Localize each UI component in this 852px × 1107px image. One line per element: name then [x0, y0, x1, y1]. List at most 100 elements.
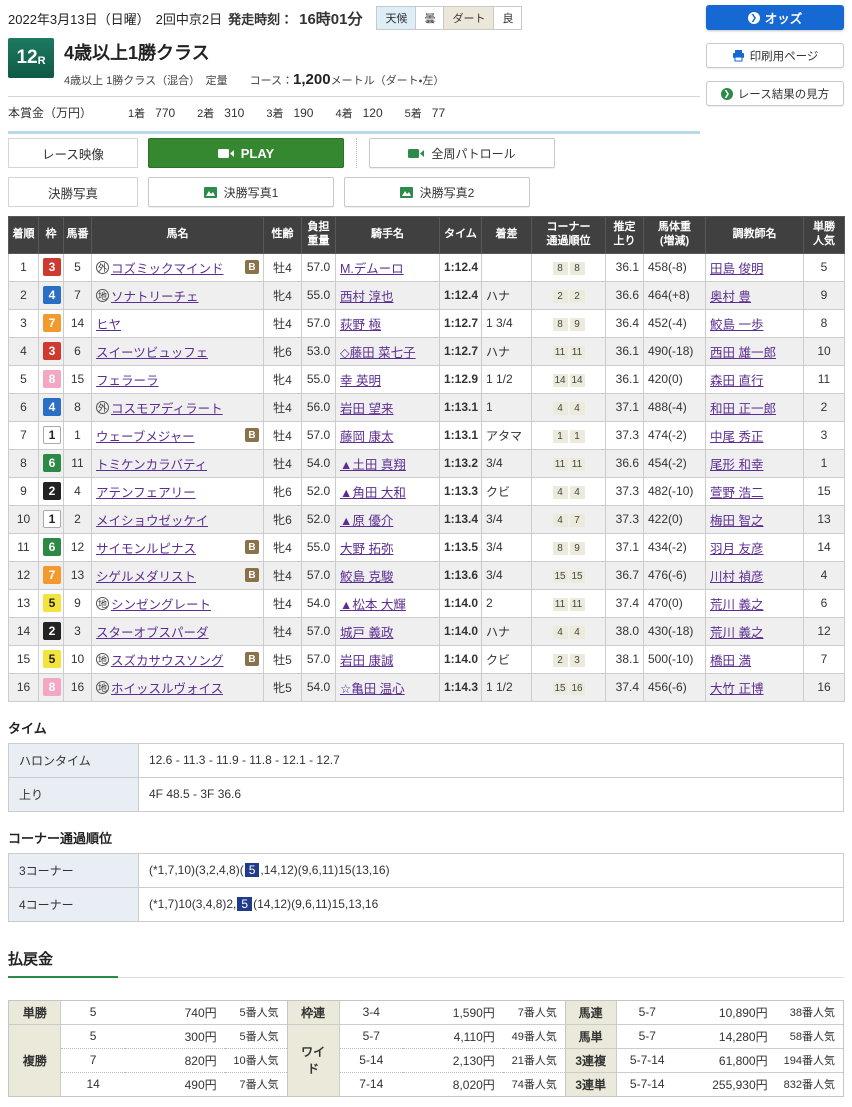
finish-position: 10: [9, 505, 39, 533]
sex-age: 牝6: [264, 477, 302, 505]
jockey-name-link[interactable]: ◇藤田 菜七子: [340, 346, 416, 360]
row-value: (*1,7,10)(3,2,4,8)(5,14,12)(9,6,11)15(13…: [139, 853, 844, 887]
horse-name-link[interactable]: スターオブスパーダ: [96, 622, 209, 641]
jockey-name-link[interactable]: 岩田 望来: [340, 402, 393, 416]
jockey-name-link[interactable]: M.デムーロ: [340, 262, 404, 276]
jockey-name-link[interactable]: 大野 拓弥: [340, 542, 393, 556]
finish-time: 1:13.3: [440, 477, 482, 505]
corner-position-number: 9: [570, 542, 585, 555]
odds-button[interactable]: ❯ オッズ: [706, 5, 844, 30]
finish-time: 1:13.6: [440, 561, 482, 589]
page-header: 2022年3月13日（日曜） 2回中京2日 発走時刻：16時01分 天候 曇 ダ…: [8, 4, 844, 134]
row-value: 12.6 - 11.3 - 11.9 - 11.8 - 12.1 - 12.7: [139, 743, 844, 777]
body-weight: 476(-6): [644, 561, 706, 589]
trainer-cell: 奥村 豊: [706, 281, 804, 309]
jockey-name-link[interactable]: 幸 英明: [340, 374, 381, 388]
last-3f-time: 37.4: [606, 673, 644, 701]
jockey-name-link[interactable]: 鮫島 克駿: [340, 570, 393, 584]
corner-order-table: 3コーナー(*1,7,10)(3,2,4,8)(5,14,12)(9,6,11)…: [8, 853, 844, 922]
horse-name-link[interactable]: トミケンカラバティ: [96, 454, 207, 473]
horse-name-link[interactable]: アテンフェアリー: [96, 482, 196, 501]
patrol-video-button[interactable]: 全周パトロール: [369, 138, 555, 168]
horse-name-link[interactable]: コスモアディラート: [111, 398, 223, 417]
jockey-name-link[interactable]: 西村 淳也: [340, 290, 393, 304]
horse-name-link[interactable]: メイショウゼッケイ: [96, 510, 208, 529]
horse-name-link[interactable]: ホイッスルヴォイス: [111, 678, 223, 697]
frame-number-badge: 8: [43, 678, 61, 696]
jockey-name-link[interactable]: 岩田 康誠: [340, 654, 393, 668]
bet-type-label: 馬連: [565, 1001, 616, 1025]
finish-photo1-button[interactable]: 決勝写真1: [148, 177, 334, 207]
payout-amount: 300円: [125, 1024, 225, 1048]
horse-name-link[interactable]: シンゼングレート: [111, 594, 211, 613]
finish-time: 1:13.5: [440, 533, 482, 561]
body-weight: 458(-8): [644, 253, 706, 281]
jockey-name-link[interactable]: ☆亀田 温心: [340, 682, 405, 696]
jockey-name-link[interactable]: 藤岡 康太: [340, 430, 393, 444]
payout-table-win-place: 単勝5740円5番人気複勝5300円5番人気7820円10番人気14490円7番…: [9, 1001, 287, 1096]
jockey-name-link[interactable]: ▲角田 大和: [340, 486, 406, 500]
trainer-name-link[interactable]: 大竹 正博: [710, 682, 763, 696]
bet-combination: 3-4: [339, 1001, 403, 1025]
trainer-name-link[interactable]: 奥村 豊: [710, 290, 751, 304]
horse-name-link[interactable]: シゲルメダリスト: [96, 566, 196, 585]
trainer-name-link[interactable]: 尾形 和幸: [710, 458, 763, 472]
jockey-name-link[interactable]: ▲原 優介: [340, 514, 393, 528]
result-row: 711ウェーブメジャーB牡457.0藤岡 康太1:13.1アタマ1137.347…: [9, 421, 845, 449]
carried-weight: 53.0: [302, 337, 336, 365]
horse-name-link[interactable]: ヒヤ: [96, 314, 121, 333]
horse-name-link[interactable]: サイモンルピナス: [96, 538, 196, 557]
margin: ハナ: [482, 337, 532, 365]
horse-name-link[interactable]: コズミックマインド: [111, 258, 224, 277]
horse-name-link[interactable]: スズカサウスソング: [111, 650, 224, 669]
jockey-name-link[interactable]: ▲松本 大輝: [340, 598, 406, 612]
horse-name-link[interactable]: スイーツビュッフェ: [96, 342, 208, 361]
result-guide-button[interactable]: ❯ レース結果の見方: [706, 81, 844, 106]
trainer-name-link[interactable]: 川村 禎彦: [710, 570, 763, 584]
finish-time: 1:14.0: [440, 617, 482, 645]
play-button[interactable]: PLAY: [148, 138, 344, 168]
frame-number-cell: 2: [39, 617, 64, 645]
trainer-name-link[interactable]: 羽月 友彦: [710, 542, 763, 556]
frame-number-cell: 7: [39, 309, 64, 337]
trainer-name-link[interactable]: 田島 俊明: [710, 262, 763, 276]
trainer-name-link[interactable]: 西田 雄一郎: [710, 346, 776, 360]
jockey-name-link[interactable]: 荻野 極: [340, 318, 381, 332]
horse-name-link[interactable]: ウェーブメジャー: [96, 426, 195, 445]
print-page-button[interactable]: 印刷用ページ: [706, 43, 844, 68]
trainer-cell: 尾形 和幸: [706, 449, 804, 477]
corner-positions: 44: [532, 393, 606, 421]
trainer-name-link[interactable]: 中尾 秀正: [710, 430, 763, 444]
horse-name-link[interactable]: フェラーラ: [96, 370, 159, 389]
corner-position-number: 4: [553, 514, 568, 527]
finish-photo2-button[interactable]: 決勝写真2: [344, 177, 530, 207]
column-header: 性齢: [264, 217, 302, 254]
trainer-name-link[interactable]: 萱野 浩二: [710, 486, 763, 500]
payout-amount: 8,020円: [403, 1072, 503, 1096]
win-popularity: 14: [804, 533, 845, 561]
divider: [8, 131, 700, 134]
race-title: 4歳以上1勝クラス: [64, 38, 444, 65]
carried-weight: 55.0: [302, 533, 336, 561]
jockey-name-link[interactable]: 城戸 義政: [340, 626, 393, 640]
jockey-name-link[interactable]: ▲土田 真翔: [340, 458, 406, 472]
horse-name-link[interactable]: ソナトリーチェ: [111, 286, 199, 305]
trainer-name-link[interactable]: 荒川 義之: [710, 598, 763, 612]
body-weight: 474(-2): [644, 421, 706, 449]
sex-age: 牡4: [264, 421, 302, 449]
trainer-name-link[interactable]: 鮫島 一歩: [710, 318, 763, 332]
margin: 2: [482, 589, 532, 617]
corner-position-number: 11: [553, 346, 568, 359]
result-row: 1012メイショウゼッケイ牝652.0▲原 優介1:13.43/44737.34…: [9, 505, 845, 533]
win-popularity: 16: [804, 673, 845, 701]
horse-number: 9: [64, 589, 92, 617]
trainer-name-link[interactable]: 和田 正一郎: [710, 402, 776, 416]
trainer-name-link[interactable]: 荒川 義之: [710, 626, 763, 640]
column-header: コーナー 通過順位: [532, 217, 606, 254]
result-row: 1423スターオブスパーダ牡457.0城戸 義政1:14.0ハナ4438.043…: [9, 617, 845, 645]
lap-row: 上り4F 48.5 - 3F 36.6: [9, 777, 844, 811]
horse-number: 6: [64, 337, 92, 365]
trainer-name-link[interactable]: 梅田 智之: [710, 514, 763, 528]
trainer-name-link[interactable]: 橋田 満: [710, 654, 751, 668]
trainer-name-link[interactable]: 森田 直行: [710, 374, 763, 388]
